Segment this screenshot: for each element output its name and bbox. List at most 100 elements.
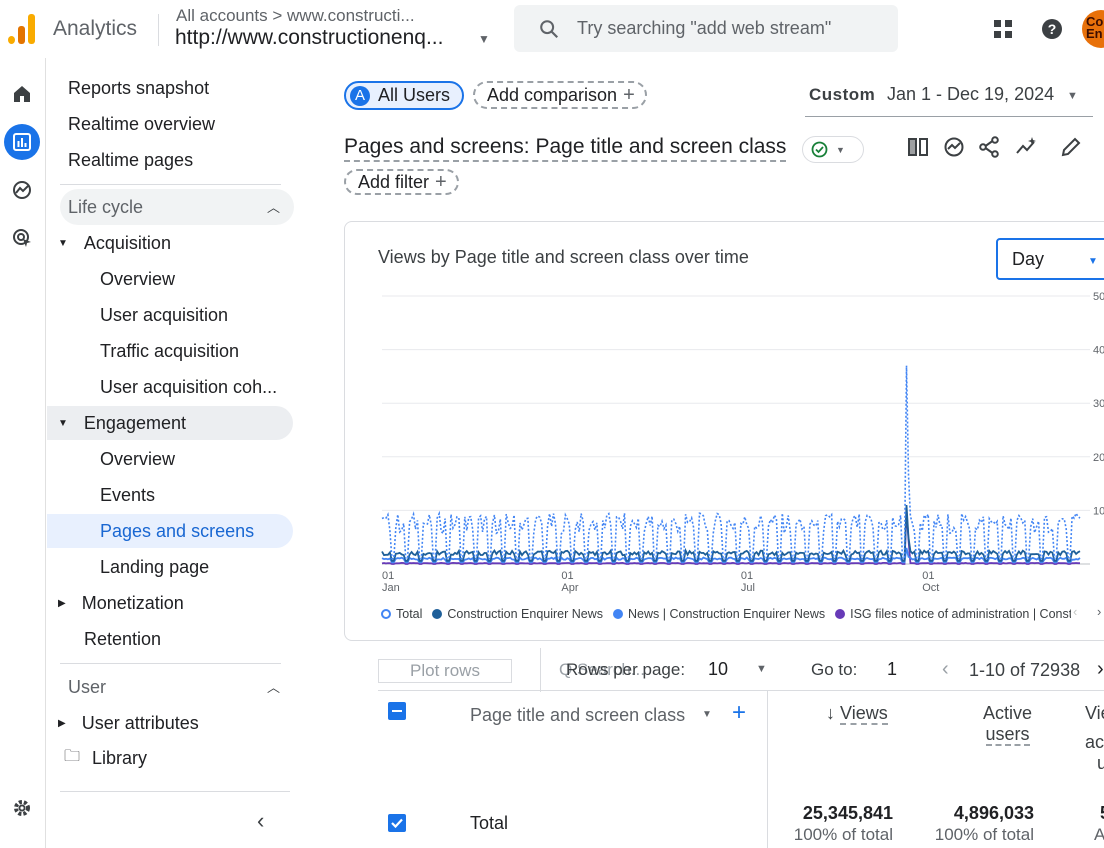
legend-label: News | Construction Enquirer News xyxy=(628,607,826,621)
total-active-users-value: 4,896,033 xyxy=(953,803,1034,823)
apps-grid-icon[interactable] xyxy=(992,18,1014,40)
nav-user-acquisition-cohort[interactable]: User acquisition coh... xyxy=(100,370,277,404)
nav-monetization[interactable]: ▶ Monetization xyxy=(58,586,184,620)
collapse-sidebar-icon[interactable]: ‹ xyxy=(257,808,264,834)
series-line-total[interactable] xyxy=(381,365,1081,560)
nav-library-label: Library xyxy=(92,747,148,768)
total-third-value: 5 xyxy=(1100,803,1104,824)
user-section-header[interactable]: User ︿ xyxy=(60,669,294,705)
advertising-icon[interactable] xyxy=(4,220,40,256)
legend-item[interactable]: ISG files notice of administration | Con… xyxy=(835,607,1071,621)
active-users-column-header[interactable]: Active users xyxy=(983,703,1033,746)
total-row-checkbox[interactable] xyxy=(388,814,406,832)
trend-sparkle-icon[interactable] xyxy=(1015,136,1037,158)
collapsed-caret-icon: ▶ xyxy=(58,597,66,609)
views-column-header[interactable]: ↓ Views xyxy=(826,703,888,725)
explore-icon[interactable] xyxy=(4,172,40,208)
legend-swatch-icon xyxy=(432,609,443,619)
divider xyxy=(378,690,1104,691)
plot-rows-button[interactable]: Plot rows xyxy=(378,659,512,683)
collapse-chevron-icon[interactable]: ︿ xyxy=(267,197,280,216)
chart-card: Views by Page title and screen class ove… xyxy=(344,221,1104,641)
nav-pages-and-screens[interactable]: Pages and screens xyxy=(47,514,293,548)
nav-engagement[interactable]: ▼ Engagement xyxy=(47,406,293,440)
date-dropdown-icon[interactable]: ▼ xyxy=(1067,90,1078,102)
account-breadcrumb[interactable]: All accounts > www.constructi... xyxy=(176,6,415,26)
left-rail xyxy=(0,58,46,848)
legend-prev-icon[interactable]: ‹ xyxy=(1073,604,1077,619)
dimension-column-header[interactable]: Page title and screen class xyxy=(470,705,685,726)
line-chart[interactable]: 50040030020010001Jan01Apr01Jul01Oct xyxy=(345,222,1104,642)
goto-page-input[interactable]: 1 xyxy=(887,659,897,680)
compare-icon[interactable] xyxy=(907,136,929,158)
segment-chip-all-users[interactable]: A All Users xyxy=(344,81,464,110)
nav-realtime-overview[interactable]: Realtime overview xyxy=(68,107,215,141)
prev-page-icon[interactable]: ‹ xyxy=(942,658,949,681)
select-all-checkbox[interactable] xyxy=(388,702,406,720)
add-comparison-button[interactable]: Add comparison + xyxy=(473,81,647,109)
x-tick-day: 01 xyxy=(561,570,573,582)
nav-acquisition[interactable]: ▼ Acquisition xyxy=(58,226,171,260)
property-selector[interactable]: http://www.constructionenq... xyxy=(175,26,443,50)
legend-item[interactable]: News | Construction Enquirer News xyxy=(613,607,825,621)
account-avatar[interactable]: Co En xyxy=(1082,10,1104,48)
property-dropdown-icon[interactable]: ▼ xyxy=(478,32,490,46)
legend-label: ISG files notice of administration | Con… xyxy=(850,607,1071,621)
legend-next-icon[interactable]: › xyxy=(1097,604,1101,619)
add-filter-button[interactable]: Add filter + xyxy=(344,169,459,195)
nav-user-acquisition[interactable]: User acquisition xyxy=(100,298,228,332)
folder-icon: 🗀 xyxy=(64,747,81,765)
nav-reports-snapshot[interactable]: Reports snapshot xyxy=(68,71,209,105)
legend-item[interactable]: Total xyxy=(381,607,422,621)
nav-traffic-acquisition[interactable]: Traffic acquisition xyxy=(100,334,239,368)
legend-item[interactable]: Construction Enquirer News xyxy=(432,607,603,621)
series-line-construction-enquirer-news[interactable] xyxy=(381,504,1081,562)
nav-engagement-overview[interactable]: Overview xyxy=(100,442,175,476)
home-icon[interactable] xyxy=(4,76,40,112)
divider xyxy=(540,648,541,692)
page-title: Pages and screens: Page title and screen… xyxy=(344,135,787,162)
divider xyxy=(60,791,290,792)
edit-pencil-icon[interactable] xyxy=(1060,136,1082,158)
report-status-chip[interactable]: ▼ xyxy=(802,136,864,163)
y-tick-label: 300 xyxy=(1093,398,1104,410)
nav-library[interactable]: 🗀 Library xyxy=(64,741,147,775)
divider xyxy=(60,184,281,185)
nav-acquisition-overview[interactable]: Overview xyxy=(100,262,175,296)
active-users-header-line1: Active xyxy=(983,703,1033,723)
nav-user-attributes[interactable]: ▶ User attributes xyxy=(58,706,199,740)
settings-gear-icon[interactable] xyxy=(4,790,40,826)
date-range-type[interactable]: Custom xyxy=(809,85,875,105)
lifecycle-section-header[interactable]: Life cycle ︿ xyxy=(60,189,294,225)
total-views-percent: 100% of total xyxy=(793,825,893,844)
total-views-value: 25,345,841 xyxy=(802,803,893,823)
share-icon[interactable] xyxy=(978,136,1000,158)
y-tick-label: 500 xyxy=(1093,291,1104,303)
help-icon[interactable]: ? xyxy=(1040,17,1064,41)
next-page-icon[interactable]: › xyxy=(1097,658,1104,681)
legend-label: Total xyxy=(396,607,423,621)
app-name: Analytics xyxy=(53,17,138,40)
rows-dropdown-icon[interactable]: ▼ xyxy=(756,663,767,675)
third-header-line1: Vie xyxy=(1085,703,1104,723)
add-dimension-icon[interactable]: + xyxy=(732,699,746,727)
insights-icon[interactable] xyxy=(943,136,965,158)
third-header-line2: ac xyxy=(1085,732,1104,752)
date-range-value[interactable]: Jan 1 - Dec 19, 2024 xyxy=(887,84,1054,105)
nav-retention[interactable]: Retention xyxy=(84,622,161,656)
rows-per-page-label: Rows per page: xyxy=(566,660,686,679)
rows-per-page-select[interactable]: 10 xyxy=(708,659,728,680)
analytics-logo-icon[interactable] xyxy=(8,14,36,44)
y-tick-label: 400 xyxy=(1093,345,1104,357)
x-tick-month: Apr xyxy=(561,582,578,594)
nav-landing-page[interactable]: Landing page xyxy=(100,550,209,584)
search-bar[interactable]: Try searching "add web stream" xyxy=(514,5,898,52)
third-metric-column-header[interactable]: Vie ac u xyxy=(1085,703,1104,774)
dimension-dropdown-icon[interactable]: ▼ xyxy=(702,709,712,720)
search-placeholder: Try searching "add web stream" xyxy=(577,18,832,38)
reports-icon[interactable] xyxy=(4,124,40,160)
collapse-chevron-icon[interactable]: ︿ xyxy=(267,677,280,696)
nav-realtime-pages[interactable]: Realtime pages xyxy=(68,143,193,177)
x-tick-day: 01 xyxy=(382,570,394,582)
nav-events[interactable]: Events xyxy=(100,478,155,512)
